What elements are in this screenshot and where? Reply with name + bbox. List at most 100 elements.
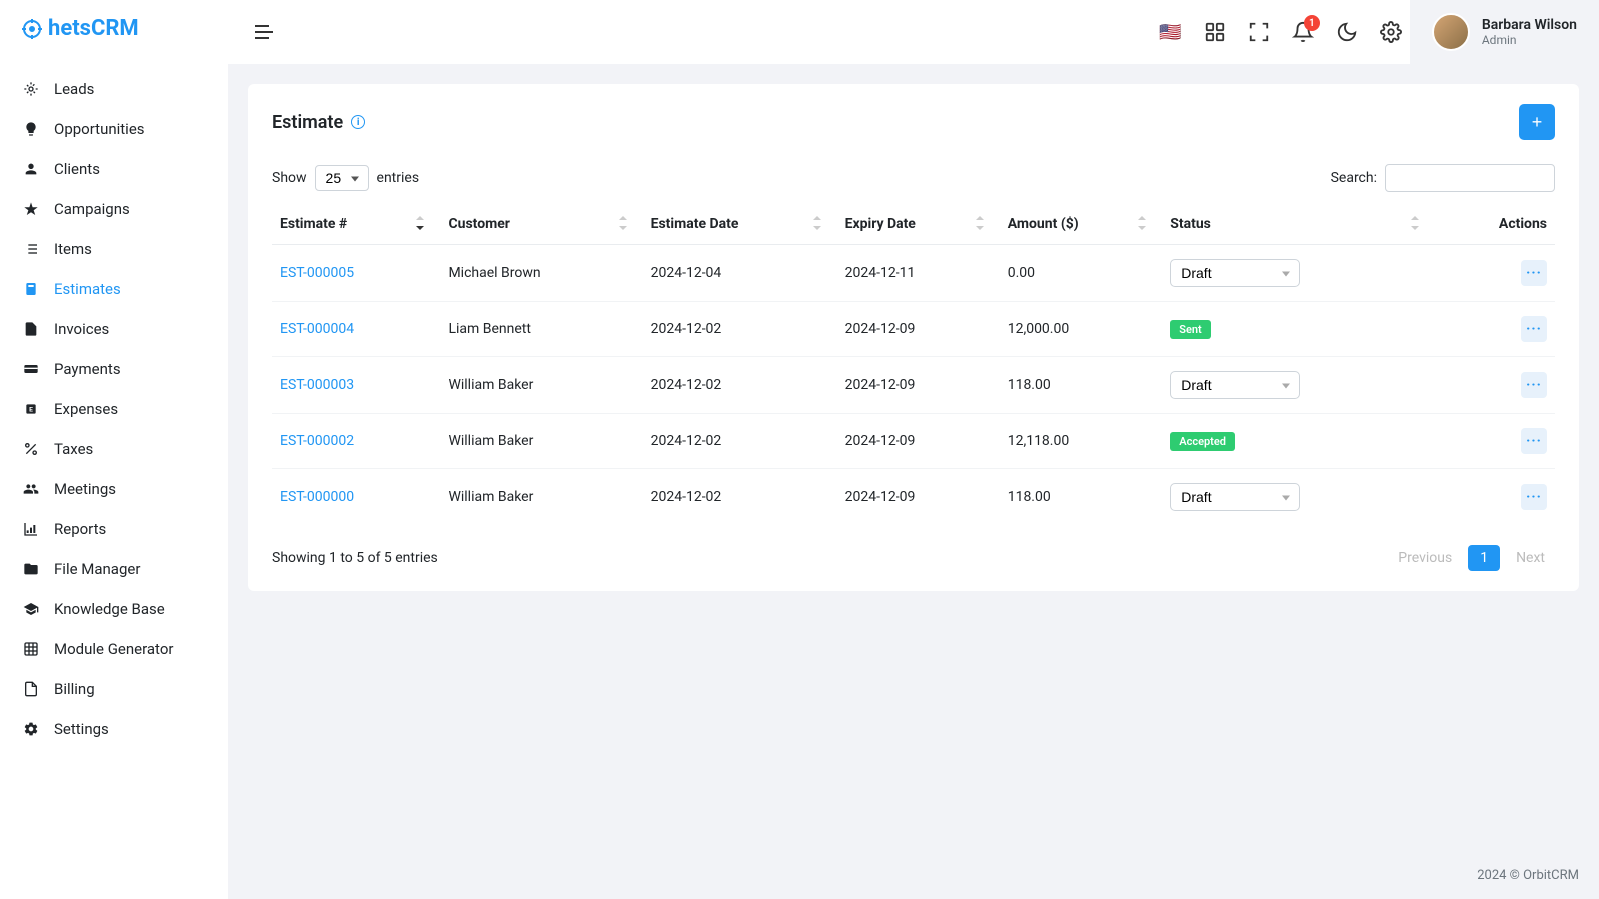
nav-icon xyxy=(22,81,40,97)
nav-icon xyxy=(22,521,40,537)
nav-label: File Manager xyxy=(54,560,140,578)
col-status[interactable]: Status xyxy=(1162,204,1435,245)
sidebar-item-expenses[interactable]: EExpenses xyxy=(0,389,228,429)
cell-expiry: 2024-12-11 xyxy=(837,245,1000,302)
cell-expiry: 2024-12-09 xyxy=(837,414,1000,469)
nav-icon xyxy=(22,241,40,257)
col-amount[interactable]: Amount ($) xyxy=(1000,204,1163,245)
nav-icon xyxy=(22,161,40,177)
brand-name: hetsCRM xyxy=(48,16,139,41)
user-name: Barbara Wilson xyxy=(1482,17,1577,33)
nav-label: Invoices xyxy=(54,320,109,338)
add-estimate-button[interactable]: + xyxy=(1519,104,1555,140)
nav-label: Reports xyxy=(54,520,106,538)
sidebar-item-meetings[interactable]: Meetings xyxy=(0,469,228,509)
sidebar: hetsCRM Leads OpportunitiesClients Campaig… xyxy=(0,0,228,899)
cell-date: 2024-12-02 xyxy=(643,302,837,357)
nav-label: Billing xyxy=(54,680,95,698)
sidebar-item-payments[interactable]: Payments xyxy=(0,349,228,389)
info-icon[interactable]: i xyxy=(351,115,365,129)
entries-select[interactable]: 25 xyxy=(315,165,369,191)
status-select[interactable]: Draft xyxy=(1170,483,1300,511)
status-badge: Sent xyxy=(1170,320,1210,339)
nav-label: Leads xyxy=(54,80,94,98)
row-actions-button[interactable]: ··· xyxy=(1521,484,1547,510)
nav-icon xyxy=(22,641,40,657)
menu-toggle-icon[interactable] xyxy=(252,20,276,44)
sidebar-item-clients[interactable]: Clients xyxy=(0,149,228,189)
sidebar-item-settings[interactable]: Settings xyxy=(0,709,228,749)
cell-customer: William Baker xyxy=(440,357,642,414)
apps-grid-icon[interactable] xyxy=(1204,21,1226,43)
estimate-link[interactable]: EST-000005 xyxy=(280,265,354,281)
sidebar-item-taxes[interactable]: Taxes xyxy=(0,429,228,469)
nav-icon xyxy=(22,361,40,377)
sidebar-nav: Leads OpportunitiesClients Campaigns Items E… xyxy=(0,61,228,899)
col-estimate-date[interactable]: Estimate Date xyxy=(643,204,837,245)
sidebar-item-opportunities[interactable]: Opportunities xyxy=(0,109,228,149)
cell-customer: Michael Brown xyxy=(440,245,642,302)
notifications-bell-icon[interactable]: 1 xyxy=(1292,21,1314,43)
sidebar-item-items[interactable]: Items xyxy=(0,229,228,269)
sidebar-item-knowledge-base[interactable]: Knowledge Base xyxy=(0,589,228,629)
row-actions-button[interactable]: ··· xyxy=(1521,316,1547,342)
fullscreen-icon[interactable] xyxy=(1248,21,1270,43)
col-expiry-date[interactable]: Expiry Date xyxy=(837,204,1000,245)
sidebar-item-campaigns[interactable]: Campaigns xyxy=(0,189,228,229)
settings-gear-icon[interactable] xyxy=(1380,21,1402,43)
nav-label: Campaigns xyxy=(54,200,130,218)
estimate-link[interactable]: EST-000002 xyxy=(280,433,354,449)
dark-mode-icon[interactable] xyxy=(1336,21,1358,43)
cell-customer: Liam Bennett xyxy=(440,302,642,357)
status-select[interactable]: Draft xyxy=(1170,371,1300,399)
nav-icon xyxy=(22,721,40,737)
cell-date: 2024-12-02 xyxy=(643,357,837,414)
nav-label: Settings xyxy=(54,720,109,738)
nav-label: Estimates xyxy=(54,280,121,298)
estimate-link[interactable]: EST-000004 xyxy=(280,321,354,337)
svg-text:E: E xyxy=(29,406,33,414)
estimate-link[interactable]: EST-000000 xyxy=(280,489,354,505)
nav-icon: E xyxy=(22,401,40,417)
estimate-link[interactable]: EST-000003 xyxy=(280,377,354,393)
sidebar-item-invoices[interactable]: Invoices xyxy=(0,309,228,349)
sidebar-item-module-generator[interactable]: Module Generator xyxy=(0,629,228,669)
nav-label: Payments xyxy=(54,360,121,378)
pagination-previous[interactable]: Previous xyxy=(1388,545,1462,571)
cell-expiry: 2024-12-09 xyxy=(837,357,1000,414)
cell-amount: 0.00 xyxy=(1000,245,1163,302)
estimates-table: Estimate # Customer Estimate Date Expiry… xyxy=(272,204,1555,525)
col-customer[interactable]: Customer xyxy=(440,204,642,245)
search-label: Search: xyxy=(1331,170,1377,186)
page-footer: 2024 © OrbitCRM xyxy=(228,860,1599,899)
status-select[interactable]: Draft xyxy=(1170,259,1300,287)
cell-date: 2024-12-04 xyxy=(643,245,837,302)
estimates-card: Estimate i + Show 25 entries xyxy=(248,84,1579,591)
pagination-page-1[interactable]: 1 xyxy=(1468,545,1500,571)
cell-customer: William Baker xyxy=(440,469,642,526)
nav-icon xyxy=(22,121,40,137)
sidebar-item-leads[interactable]: Leads xyxy=(0,69,228,109)
row-actions-button[interactable]: ··· xyxy=(1521,428,1547,454)
user-role: Admin xyxy=(1482,33,1577,47)
nav-icon xyxy=(22,281,40,297)
show-label: Show xyxy=(272,170,307,186)
col-actions: Actions xyxy=(1435,204,1555,245)
brand-logo[interactable]: hetsCRM xyxy=(0,0,228,61)
cell-expiry: 2024-12-09 xyxy=(837,302,1000,357)
user-menu[interactable]: Barbara Wilson Admin xyxy=(1410,0,1599,64)
row-actions-button[interactable]: ··· xyxy=(1521,260,1547,286)
cell-amount: 118.00 xyxy=(1000,357,1163,414)
table-row: EST-000005 Michael Brown2024-12-042024-12… xyxy=(272,245,1555,302)
col-estimate-no[interactable]: Estimate # xyxy=(272,204,440,245)
nav-label: Items xyxy=(54,240,92,258)
row-actions-button[interactable]: ··· xyxy=(1521,372,1547,398)
sidebar-item-file-manager[interactable]: File Manager xyxy=(0,549,228,589)
pagination-next[interactable]: Next xyxy=(1506,545,1555,571)
sidebar-item-estimates[interactable]: Estimates xyxy=(0,269,228,309)
language-flag-icon[interactable]: 🇺🇸 xyxy=(1159,22,1181,43)
sidebar-item-reports[interactable]: Reports xyxy=(0,509,228,549)
sidebar-item-billing[interactable]: Billing xyxy=(0,669,228,709)
cell-expiry: 2024-12-09 xyxy=(837,469,1000,526)
search-input[interactable] xyxy=(1385,164,1555,192)
